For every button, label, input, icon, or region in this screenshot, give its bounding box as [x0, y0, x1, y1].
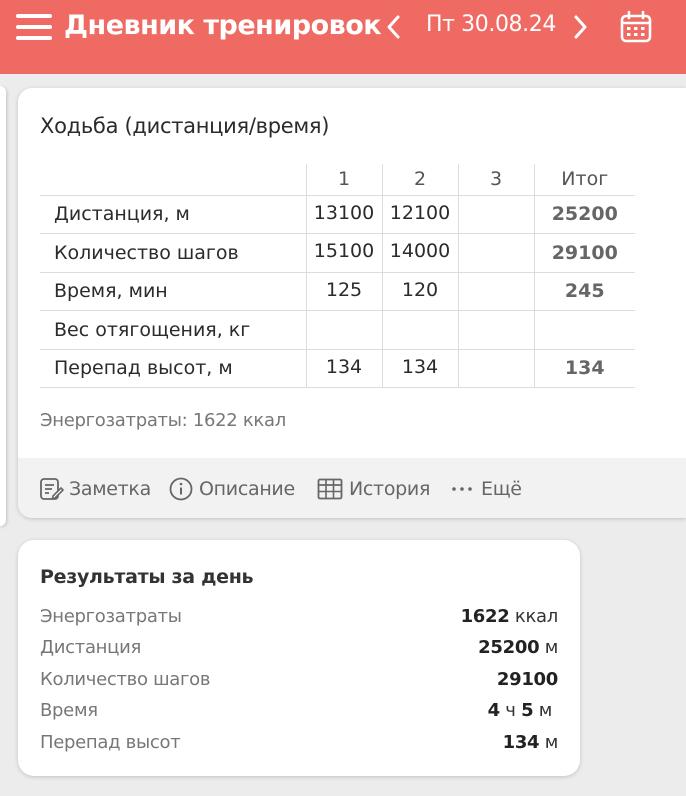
exercise-title: Ходьба (дистанция/время): [40, 114, 330, 138]
table-header-empty: [40, 164, 306, 196]
summary-row: Количество шагов 29100: [40, 669, 558, 695]
set-cell[interactable]: [457, 310, 534, 350]
note-button[interactable]: Заметка: [38, 476, 151, 502]
total-cell: 29100: [533, 233, 635, 273]
current-date[interactable]: Пт 30.08.24: [426, 12, 556, 37]
set-cell[interactable]: 13100: [305, 195, 382, 234]
set-cell[interactable]: 134: [305, 349, 382, 388]
summary-value: 25200 м: [478, 637, 558, 658]
description-button[interactable]: Описание: [168, 476, 295, 502]
calendar-icon[interactable]: [620, 10, 652, 44]
column-header: 3: [457, 164, 534, 196]
set-cell[interactable]: 134: [381, 349, 458, 388]
note-icon: [40, 478, 64, 500]
set-cell[interactable]: [457, 195, 534, 234]
set-cell[interactable]: [305, 310, 382, 350]
table-row: Время, мин 125 120 245: [40, 272, 635, 311]
set-cell[interactable]: [457, 272, 534, 311]
table-row: Дистанция, м 13100 12100 25200: [40, 195, 635, 234]
summary-label: Энергозатраты: [40, 606, 182, 627]
history-label: История: [349, 478, 431, 500]
column-header: 1: [305, 164, 382, 196]
summary-title: Результаты за день: [40, 566, 254, 588]
set-cell[interactable]: 12100: [381, 195, 458, 234]
previous-day-button[interactable]: [382, 12, 406, 42]
summary-row: Дистанция 25200 м: [40, 637, 558, 663]
more-label: Ещё: [481, 478, 522, 500]
summary-label: Перепад высот: [40, 732, 181, 753]
chevron-right-icon: [574, 15, 587, 39]
row-label: Количество шагов: [40, 233, 306, 273]
table-row: Перепад высот, м 134 134 134: [40, 349, 635, 388]
chevron-left-icon: [387, 15, 400, 39]
column-header: 2: [381, 164, 458, 196]
app-header: Дневник тренировок Пт 30.08.24: [0, 0, 686, 74]
row-label: Перепад высот, м: [40, 349, 306, 388]
set-cell[interactable]: [457, 349, 534, 388]
set-cell[interactable]: [457, 233, 534, 273]
table-row: Вес отягощения, кг: [40, 310, 635, 350]
history-button[interactable]: История: [316, 476, 430, 502]
row-label: Время, мин: [40, 272, 306, 311]
set-cell[interactable]: 125: [305, 272, 382, 311]
set-cell[interactable]: 15100: [305, 233, 382, 273]
sets-table: 1 2 3 Итог Дистанция, м 13100 12100 2520…: [40, 164, 635, 388]
row-label: Вес отягощения, кг: [40, 310, 306, 350]
summary-row: Время 4 ч 5 м: [40, 700, 558, 726]
total-cell: [533, 310, 635, 350]
total-cell: 25200: [533, 195, 635, 234]
table-header-row: 1 2 3 Итог: [40, 164, 635, 196]
note-label: Заметка: [69, 478, 151, 500]
card-actions: Заметка Описание История Ещё: [18, 458, 686, 518]
summary-value: 4 ч 5 м: [487, 700, 553, 721]
total-cell: 245: [533, 272, 635, 311]
summary-label: Дистанция: [40, 637, 142, 658]
next-day-button[interactable]: [568, 12, 592, 42]
summary-value: 1622 ккал: [460, 606, 559, 627]
daily-summary-card: Результаты за день Энергозатраты 1622 кк…: [18, 540, 580, 776]
description-label: Описание: [199, 478, 295, 500]
more-dots-icon: [452, 487, 472, 491]
summary-row: Энергозатраты 1622 ккал: [40, 606, 558, 632]
more-button[interactable]: Ещё: [450, 476, 522, 502]
summary-row: Перепад высот 134 м: [40, 732, 558, 758]
menu-icon[interactable]: [16, 12, 54, 42]
set-cell[interactable]: [381, 310, 458, 350]
summary-value: 134 м: [502, 732, 559, 753]
total-cell: 134: [533, 349, 635, 388]
summary-value: 29100: [496, 669, 558, 690]
exercise-card: Ходьба (дистанция/время) 1 2 3 Итог Дист…: [18, 88, 686, 518]
summary-label: Количество шагов: [40, 669, 211, 690]
column-header-total: Итог: [533, 164, 635, 196]
row-label: Дистанция, м: [40, 195, 306, 234]
table-row: Количество шагов 15100 14000 29100: [40, 233, 635, 273]
app-title: Дневник тренировок: [64, 10, 382, 41]
set-cell[interactable]: 120: [381, 272, 458, 311]
set-cell[interactable]: 14000: [381, 233, 458, 273]
summary-label: Время: [40, 700, 98, 721]
info-icon: [169, 477, 193, 501]
energy-expenditure: Энергозатраты: 1622 ккал: [40, 410, 286, 431]
table-icon: [317, 478, 343, 500]
previous-card-edge: [0, 86, 6, 526]
